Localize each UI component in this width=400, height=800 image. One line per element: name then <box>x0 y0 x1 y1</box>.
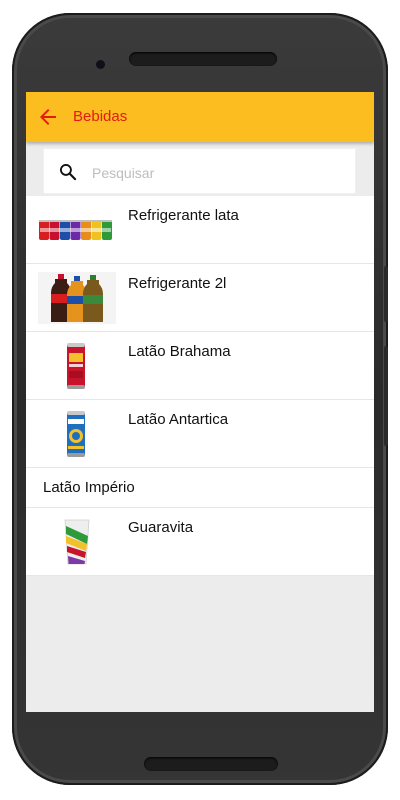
list-item[interactable]: Guaravita <box>26 508 374 576</box>
list-item[interactable]: Refrigerante lata <box>26 196 374 264</box>
app-bar: Bebidas <box>26 92 374 142</box>
page-title: Bebidas <box>73 108 128 125</box>
power-button <box>384 266 388 322</box>
list-item[interactable]: Latão Império <box>26 468 374 508</box>
earpiece-speaker <box>129 52 277 66</box>
app-screen: Bebidas R <box>26 92 374 712</box>
product-list: Refrigerante lata Refrigerante 2l Latão … <box>26 196 374 576</box>
soda-cans-image <box>39 220 112 240</box>
item-label: Latão Império <box>43 479 135 496</box>
search-icon <box>60 164 77 181</box>
list-item[interactable]: Latão Antartica <box>26 400 374 468</box>
search-bar <box>43 148 356 194</box>
guaravita-cup-image <box>64 519 90 565</box>
item-label: Latão Brahama <box>128 343 231 360</box>
brahma-can-image <box>67 343 85 389</box>
item-label: Refrigerante lata <box>128 207 239 224</box>
bottom-speaker <box>144 757 278 771</box>
soda-bottles-image <box>38 272 116 324</box>
antartica-can-image <box>67 411 85 457</box>
search-input[interactable] <box>90 161 344 185</box>
list-item[interactable]: Latão Brahama <box>26 332 374 400</box>
arrow-left-icon <box>40 109 56 125</box>
front-camera <box>96 60 105 69</box>
volume-button <box>384 346 388 446</box>
item-label: Guaravita <box>128 519 194 536</box>
back-button[interactable] <box>36 105 60 129</box>
item-label: Latão Antartica <box>128 411 229 428</box>
list-item[interactable]: Refrigerante 2l <box>26 264 374 332</box>
item-label: Refrigerante 2l <box>128 275 227 292</box>
